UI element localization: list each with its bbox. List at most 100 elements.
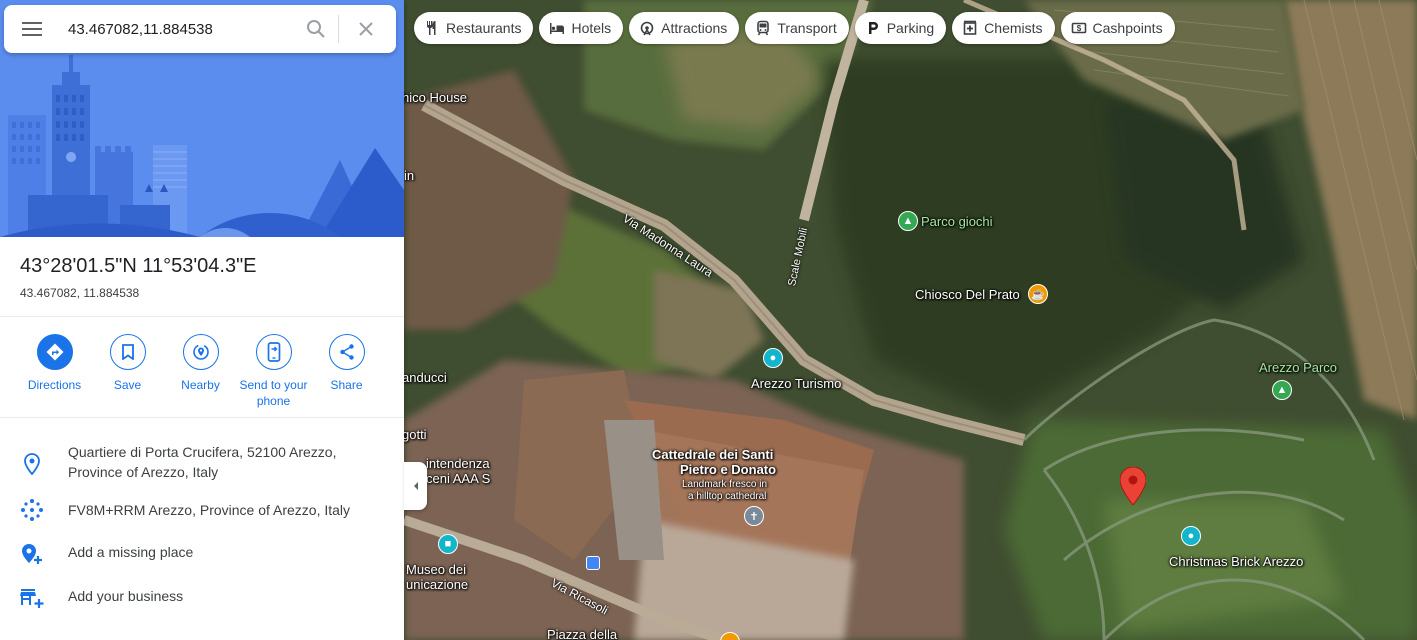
satellite-imagery (404, 0, 1417, 640)
share-button[interactable]: Share (310, 334, 383, 409)
nearby-circle (182, 334, 219, 370)
address-row[interactable]: Quartiere di Porta Crucifera, 52100 Arez… (0, 442, 404, 482)
side-panel: 43°28'01.5"N 11°53'04.3"E 43.467082, 11.… (0, 0, 404, 640)
send-to-phone-circle (255, 334, 292, 370)
map-label-anducci[interactable]: anducci (404, 370, 447, 385)
coordinates-decimal: 43.467082, 11.884538 (20, 286, 140, 300)
map-label-christmas-brick[interactable]: Christmas Brick Arezzo (1169, 554, 1303, 569)
nearby-button[interactable]: Nearby (164, 334, 237, 409)
camera-icon[interactable]: ● (1181, 526, 1201, 546)
chip-cashpoints[interactable]: $ Cashpoints (1060, 12, 1175, 44)
share-icon (339, 344, 354, 360)
add-place-icon (22, 544, 42, 564)
map-label-chico-house[interactable]: hico House (404, 90, 467, 105)
bookmark-icon (121, 344, 134, 360)
add-missing-place-row[interactable]: Add a missing place (0, 542, 404, 566)
search-button[interactable] (294, 5, 338, 53)
menu-button[interactable] (4, 5, 60, 53)
action-label: Save (113, 378, 142, 392)
chip-label: Transport (777, 20, 837, 36)
address-text: Quartiere di Porta Crucifera, 52100 Arez… (68, 444, 337, 480)
chip-hotels[interactable]: Hotels (539, 12, 624, 44)
action-buttons: Directions Save Nearby Send to your phon… (18, 334, 383, 409)
directions-icon (46, 343, 63, 361)
chevron-left-icon (413, 482, 418, 490)
coordinates-dms: 43°28'01.5"N 11°53'04.3"E (20, 255, 257, 277)
maps-app: hico House in anducci gotti intendenza c… (0, 0, 1417, 640)
attractions-icon (640, 21, 654, 36)
directions-circle (36, 334, 73, 370)
svg-text:$: $ (1076, 24, 1081, 33)
collapse-panel-button[interactable] (404, 462, 427, 510)
map-label-museo-2[interactable]: unicazione (406, 577, 468, 592)
bus-stop-icon[interactable] (586, 556, 600, 570)
chip-attractions[interactable]: Attractions (629, 12, 740, 44)
map-label-cattedrale-2[interactable]: Pietro e Donato (680, 462, 776, 477)
chip-label: Attractions (661, 20, 728, 36)
phone-icon (267, 342, 280, 362)
restaurant-icon (427, 21, 436, 35)
category-chips: Restaurants Hotels Attractions Transport… (414, 12, 1175, 44)
map-label-piazza[interactable]: Piazza della (547, 627, 617, 640)
map-label-arezzo-turismo[interactable]: Arezzo Turismo (751, 376, 841, 391)
chip-restaurants[interactable]: Restaurants (414, 12, 534, 44)
place-header: 43°28'01.5"N 11°53'04.3"E 43.467082, 11.… (20, 255, 257, 300)
park-icon[interactable]: ▲ (898, 211, 918, 231)
chip-label: Cashpoints (1092, 20, 1163, 36)
map-label-cattedrale-desc-2: a hilltop cathedral (688, 491, 767, 502)
action-label: Share (330, 378, 363, 392)
park-icon[interactable]: ▲ (1272, 380, 1292, 400)
map-label-gotti[interactable]: gotti (404, 427, 427, 442)
map-label-parco-giochi[interactable]: Parco giochi (921, 214, 993, 229)
plus-code-row[interactable]: FV8M+RRM Arezzo, Province of Arezzo, Ita… (0, 499, 404, 522)
map-label-museo-1[interactable]: Museo dei (406, 562, 466, 577)
add-business-text: Add your business (68, 588, 184, 604)
action-label: Directions (27, 378, 82, 392)
search-input[interactable] (68, 9, 294, 49)
church-icon[interactable]: ✝ (744, 506, 764, 526)
add-missing-place-text: Add a missing place (68, 544, 194, 560)
map-label-cattedrale-desc-1: Landmark fresco in (682, 479, 768, 490)
close-icon (359, 22, 373, 36)
send-to-phone-button[interactable]: Send to your phone (237, 334, 310, 409)
directions-button[interactable]: Directions (18, 334, 91, 409)
parking-icon (868, 22, 878, 34)
cashpoint-icon: $ (1071, 22, 1086, 34)
divider (0, 417, 404, 418)
map-label-intendenza[interactable]: intendenza (426, 456, 490, 471)
clear-search-button[interactable] (339, 5, 393, 53)
camera-icon[interactable]: ● (763, 348, 783, 368)
cafe-icon[interactable]: ☕ (1028, 284, 1048, 304)
location-pin-icon (24, 453, 40, 475)
chip-chemists[interactable]: Chemists (952, 12, 1055, 44)
action-label: Nearby (181, 378, 220, 392)
action-label: Send to your phone (239, 378, 308, 408)
plus-code-icon (21, 499, 43, 521)
menu-icon (22, 22, 42, 36)
map-label-arezzo-parco[interactable]: Arezzo Parco (1259, 360, 1337, 375)
chemist-icon (963, 20, 977, 35)
transport-icon (757, 20, 770, 36)
add-business-row[interactable]: Add your business (0, 586, 404, 610)
map-label-chiosco[interactable]: Chiosco Del Prato (915, 287, 1020, 302)
search-icon (307, 20, 325, 38)
plus-code-text: FV8M+RRM Arezzo, Province of Arezzo, Ita… (68, 502, 351, 518)
chip-label: Hotels (571, 20, 612, 36)
add-business-icon (20, 589, 44, 608)
satellite-map[interactable]: hico House in anducci gotti intendenza c… (404, 0, 1417, 640)
save-button[interactable]: Save (91, 334, 164, 409)
hotel-icon (550, 23, 565, 34)
nearby-icon (192, 344, 209, 360)
chip-label: Chemists (984, 20, 1043, 36)
map-label-ceni[interactable]: ceni AAA S (426, 471, 490, 486)
museum-icon[interactable]: ■ (438, 534, 458, 554)
chip-label: Parking (886, 20, 935, 36)
red-location-marker-icon[interactable] (1120, 467, 1146, 505)
chip-transport[interactable]: Transport (745, 12, 849, 44)
place-info-list: Quartiere di Porta Crucifera, 52100 Arez… (0, 430, 404, 610)
share-circle (328, 334, 365, 370)
save-circle (109, 334, 146, 370)
chip-parking[interactable]: Parking (854, 12, 947, 44)
map-label-cattedrale-1[interactable]: Cattedrale dei Santi (652, 447, 773, 462)
map-label-partial: in (404, 168, 415, 183)
